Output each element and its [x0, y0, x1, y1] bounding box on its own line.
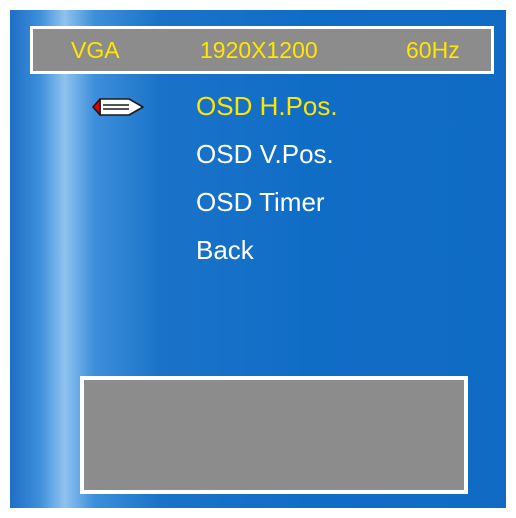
signal-refresh-rate: 60Hz [406, 37, 460, 63]
signal-resolution: 1920X1200 [200, 37, 318, 63]
menu-item-osd-timer[interactable]: OSD Timer [196, 184, 338, 232]
osd-menu-list: OSD H.Pos. OSD V.Pos. OSD Timer Back [196, 88, 338, 280]
signal-status-bar: VGA 1920X1200 60Hz [30, 26, 494, 74]
menu-item-osd-h-pos[interactable]: OSD H.Pos. [196, 88, 338, 136]
menu-item-back[interactable]: Back [196, 232, 338, 280]
menu-item-osd-v-pos[interactable]: OSD V.Pos. [196, 136, 338, 184]
osd-menu: VGA 1920X1200 60Hz OSD H.Pos. OSD V.Pos.… [10, 10, 506, 508]
signal-source: VGA [71, 37, 120, 63]
pencil-pointer-icon [92, 98, 144, 116]
info-panel [80, 376, 468, 494]
